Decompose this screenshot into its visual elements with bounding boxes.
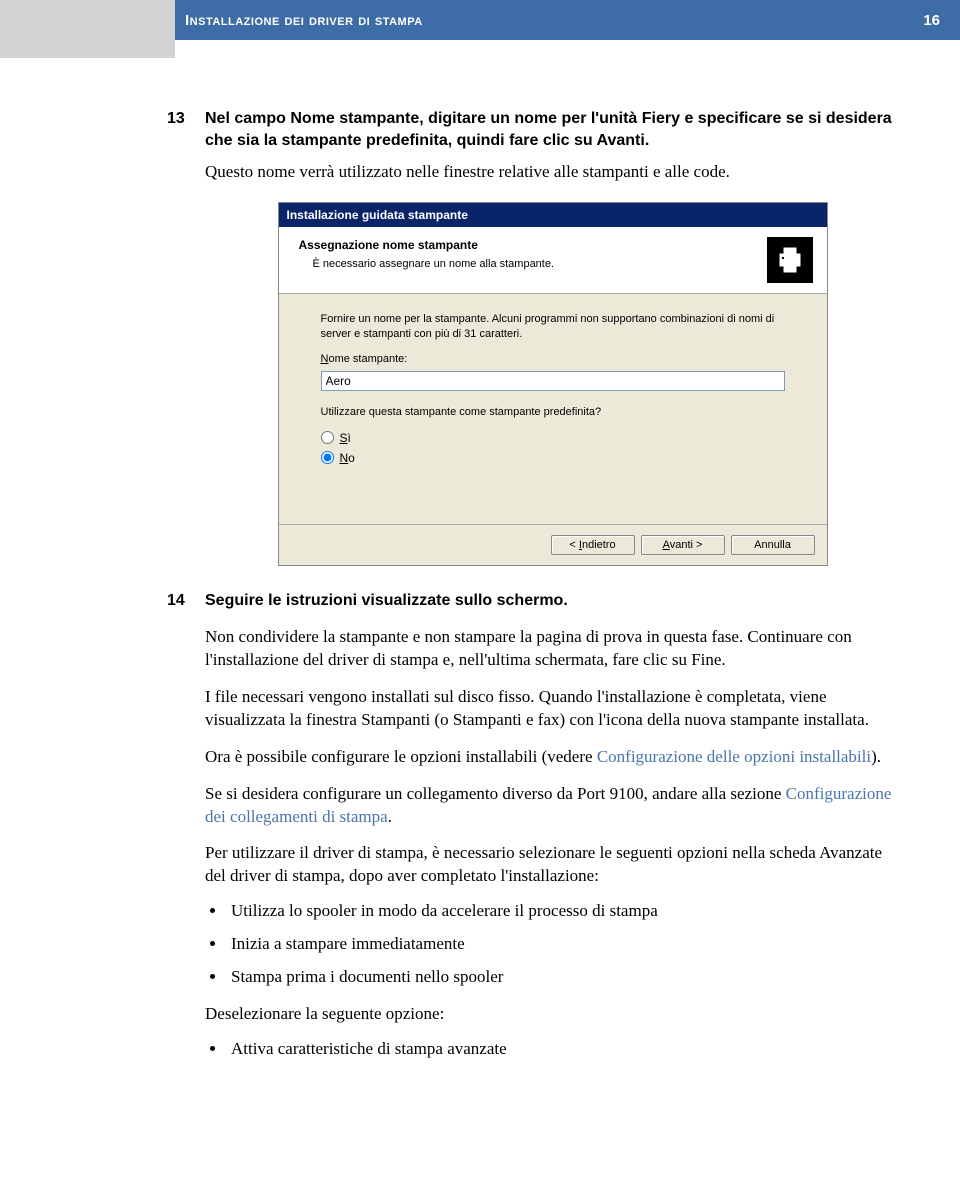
step-13-number: 13 (167, 108, 185, 130)
para3-prefix: Ora è possibile configurare le opzioni i… (205, 747, 597, 766)
page-header: Installazione dei driver di stampa 16 (0, 0, 960, 40)
header-title-bar: Installazione dei driver di stampa 16 (175, 0, 960, 40)
step-14-para4: Se si desidera configurare un collegamen… (205, 783, 900, 829)
list-item: Utilizza lo spooler in modo da accelerar… (227, 900, 900, 923)
list-item: Inizia a stampare immediatamente (227, 933, 900, 956)
deselect-options-list: Attiva caratteristiche di stampa avanzat… (227, 1038, 900, 1061)
wizard-name-label: Nome stampante: (321, 352, 785, 367)
step-14: 14 Seguire le istruzioni visualizzate su… (205, 590, 900, 1061)
wizard-default-question: Utilizzare questa stampante come stampan… (321, 405, 785, 420)
step-13: 13 Nel campo Nome stampante, digitare un… (205, 108, 900, 184)
header-title: Installazione dei driver di stampa (185, 12, 423, 29)
para4-suffix: . (388, 807, 392, 826)
wizard-titlebar: Installazione guidata stampante (279, 203, 827, 227)
wizard-body: Fornire un nome per la stampante. Alcuni… (279, 294, 827, 524)
content-area: 13 Nel campo Nome stampante, digitare un… (0, 58, 960, 1111)
header-stub (0, 40, 960, 58)
select-options-list: Utilizza lo spooler in modo da accelerar… (227, 900, 900, 989)
radio-no[interactable] (321, 451, 334, 464)
back-button[interactable]: < Indietro (551, 535, 635, 555)
radio-yes-label: Sì (340, 430, 351, 446)
wizard-header: Assegnazione nome stampante È necessario… (279, 227, 827, 294)
wizard-heading: Assegnazione nome stampante (299, 237, 555, 253)
wizard-header-text: Assegnazione nome stampante È necessario… (293, 237, 555, 271)
step-14-para1: Non condividere la stampante e non stamp… (205, 626, 900, 672)
deselect-label: Deselezionare la seguente opzione: (205, 1003, 900, 1026)
wizard-button-row: < Indietro Avanti > Annulla (279, 524, 827, 565)
printer-icon (767, 237, 813, 283)
header-stub-left (0, 40, 175, 58)
step-14-para5: Per utilizzare il driver di stampa, è ne… (205, 842, 900, 888)
para3-suffix: ). (871, 747, 881, 766)
wizard-intro: Fornire un nome per la stampante. Alcuni… (321, 312, 785, 342)
header-page-number: 16 (923, 12, 940, 29)
wizard-dialog: Installazione guidata stampante Assegnaz… (278, 202, 828, 566)
wizard-subheading: È necessario assegnare un nome alla stam… (313, 257, 555, 272)
step-14-para3: Ora è possibile configurare le opzioni i… (205, 746, 900, 769)
step-14-number: 14 (167, 590, 185, 612)
step-13-instruction: Nel campo Nome stampante, digitare un no… (205, 108, 900, 151)
link-config-options[interactable]: Configurazione delle opzioni installabil… (597, 747, 871, 766)
cancel-button[interactable]: Annulla (731, 535, 815, 555)
header-gutter (0, 0, 175, 40)
radio-yes-row[interactable]: Sì (321, 430, 785, 446)
radio-yes[interactable] (321, 431, 334, 444)
next-button[interactable]: Avanti > (641, 535, 725, 555)
radio-no-label: No (340, 450, 355, 466)
step-14-instruction: Seguire le istruzioni visualizzate sullo… (205, 590, 900, 612)
list-item: Stampa prima i documenti nello spooler (227, 966, 900, 989)
list-item: Attiva caratteristiche di stampa avanzat… (227, 1038, 900, 1061)
step-14-para2: I file necessari vengono installati sul … (205, 686, 900, 732)
radio-no-row[interactable]: No (321, 450, 785, 466)
printer-name-input[interactable] (321, 371, 785, 391)
step-13-note: Questo nome verrà utilizzato nelle fines… (205, 161, 900, 184)
para4-prefix: Se si desidera configurare un collegamen… (205, 784, 786, 803)
